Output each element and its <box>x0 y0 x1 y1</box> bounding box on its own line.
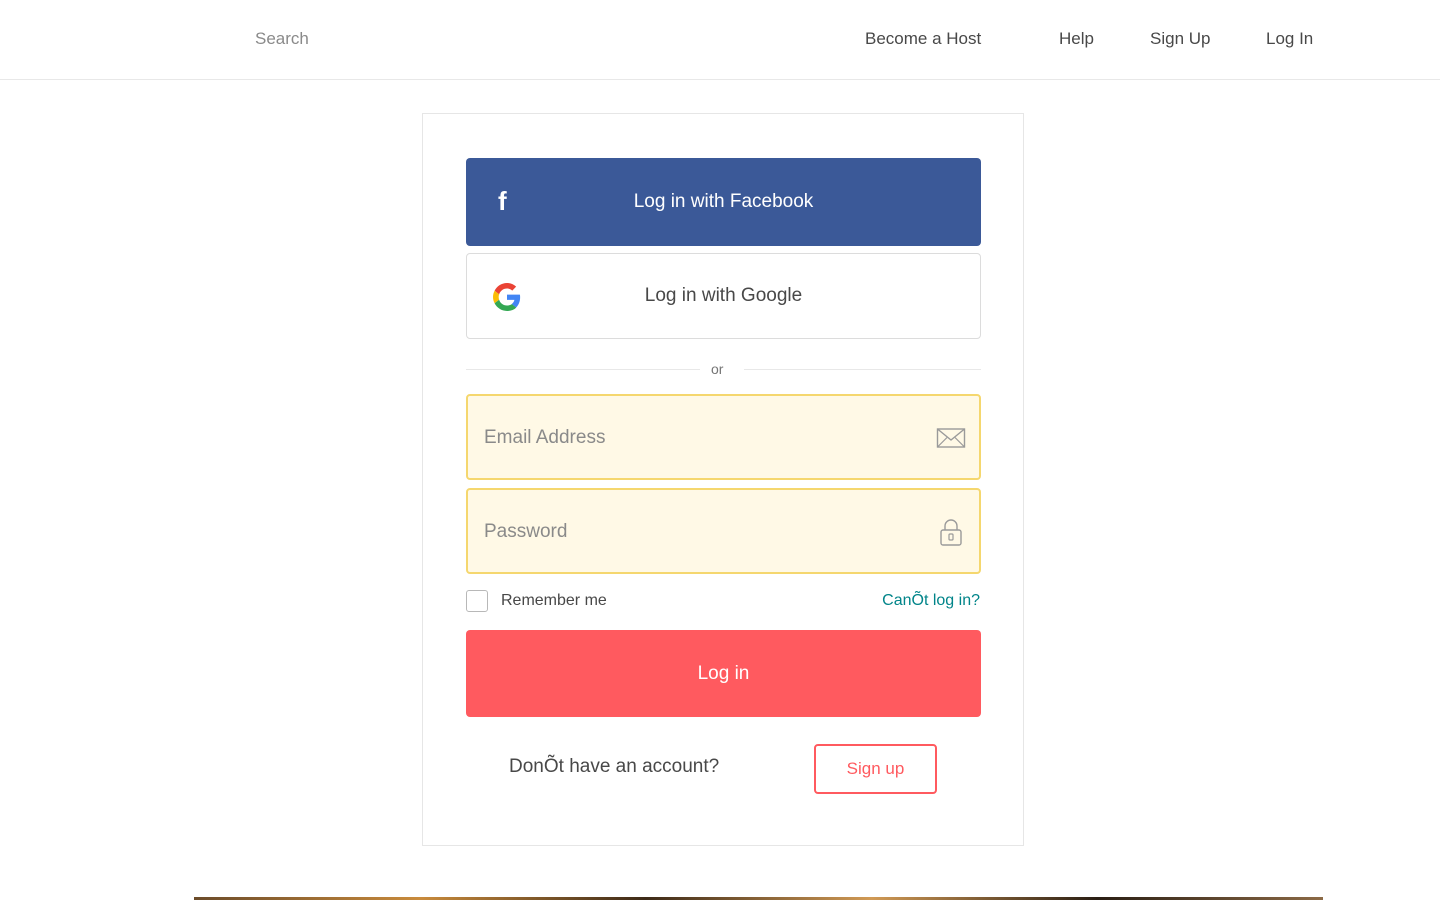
sign-up-button-label: Sign up <box>846 759 905 778</box>
lock-icon <box>940 519 962 546</box>
sign-up-button[interactable]: Sign up <box>814 744 937 794</box>
login-button-label: Log in <box>697 662 750 684</box>
search-input[interactable]: Search <box>255 28 309 50</box>
no-account-text: DonÕt have an account? <box>509 756 720 777</box>
nav-become-host[interactable]: Become a Host <box>865 28 981 50</box>
nav-log-in[interactable]: Log In <box>1266 28 1313 50</box>
divider-or-text: or <box>711 361 724 377</box>
top-header: Search Become a Host Help Sign Up Log In <box>0 0 1440 80</box>
envelope-icon <box>936 428 966 448</box>
login-button[interactable]: Log in <box>466 630 981 717</box>
nav-sign-up[interactable]: Sign Up <box>1150 28 1210 50</box>
facebook-login-button[interactable]: f Log in with Facebook <box>466 158 981 246</box>
facebook-icon: f <box>498 186 507 216</box>
nav-help[interactable]: Help <box>1059 28 1094 50</box>
remember-me-checkbox[interactable] <box>466 590 488 612</box>
google-icon <box>493 283 521 311</box>
divider-line-right <box>744 369 981 370</box>
google-login-label: Log in with Google <box>644 285 803 306</box>
cant-login-link[interactable]: CanÕt log in? <box>882 592 980 610</box>
divider-line-left <box>466 369 700 370</box>
email-field-wrapper <box>466 394 981 480</box>
login-card: f Log in with Facebook Log in with Googl… <box>422 113 1024 846</box>
or-divider: or <box>466 360 981 380</box>
remember-me[interactable]: Remember me <box>466 589 607 613</box>
email-field[interactable] <box>482 420 926 456</box>
password-field-wrapper <box>466 488 981 574</box>
remember-me-label: Remember me <box>501 592 607 609</box>
password-field[interactable] <box>482 514 926 550</box>
google-login-button[interactable]: Log in with Google <box>466 253 981 339</box>
facebook-login-label: Log in with Facebook <box>633 191 814 212</box>
